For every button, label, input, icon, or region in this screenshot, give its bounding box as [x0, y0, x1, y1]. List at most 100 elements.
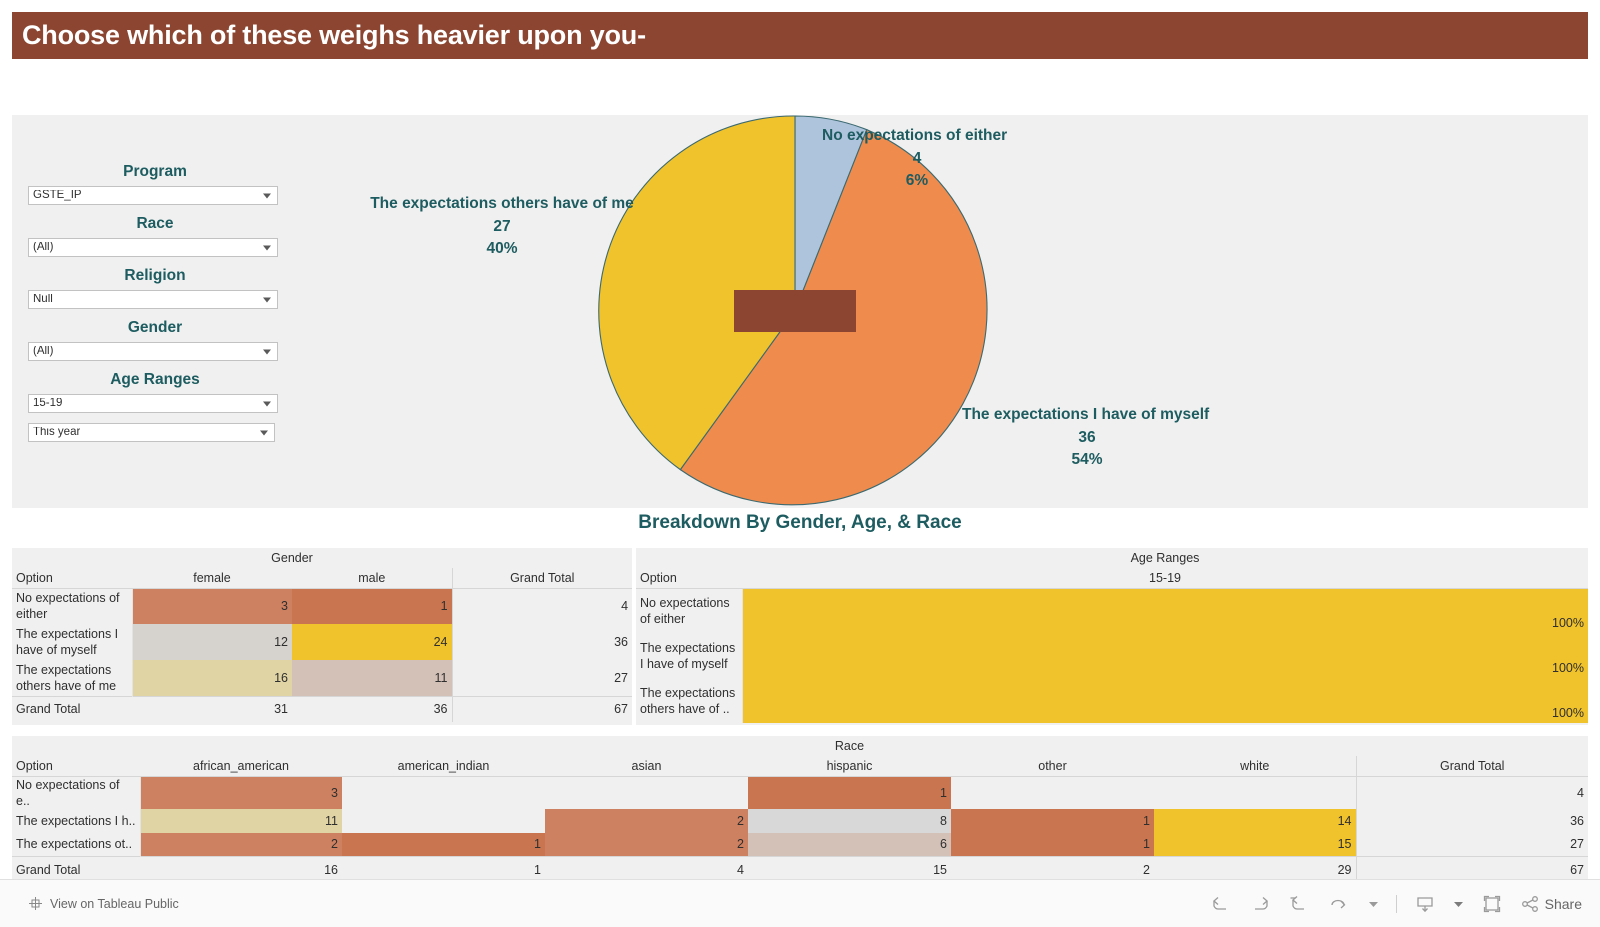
download-icon[interactable]	[1414, 894, 1436, 914]
view-on-tableau-public-link[interactable]: View on Tableau Public	[28, 896, 179, 911]
table-row[interactable]: The expectations I have of myself 12 24 …	[12, 624, 633, 660]
race-group-pad2	[342, 736, 545, 756]
undo-icon[interactable]	[1210, 894, 1232, 914]
redo-icon[interactable]	[1249, 894, 1271, 914]
filter-select-age-ranges[interactable]: 15-19	[28, 394, 278, 413]
table-total-row: Grand Total 31 36 67	[12, 695, 633, 722]
gender-cell-total: 36	[451, 624, 633, 660]
race-col-asian[interactable]: asian	[545, 756, 748, 777]
age-option-header: Option	[636, 568, 742, 589]
race-cell-asian[interactable]: 2	[545, 832, 748, 857]
age-col-15-19[interactable]: 15-19	[742, 568, 1588, 589]
race-cell-african-american[interactable]: 2	[140, 832, 342, 857]
download-dropdown-icon[interactable]	[1453, 900, 1464, 908]
race-cell-hispanic[interactable]: 6	[748, 832, 951, 857]
filter-select-program[interactable]: GSTE_IP	[28, 186, 278, 205]
race-col-hispanic[interactable]: hispanic	[748, 756, 951, 777]
race-cell-other[interactable]: 1	[951, 832, 1154, 857]
race-group-pad6	[1356, 736, 1588, 756]
table-row[interactable]: The expectations I have of myself 100%	[636, 633, 1588, 678]
race-option-header: Option	[12, 756, 140, 777]
filter-select-race[interactable]: (All)	[28, 238, 278, 257]
gender-cell-total: 4	[451, 588, 633, 624]
share-button[interactable]: Share	[1520, 894, 1582, 914]
gender-total-male: 36	[292, 695, 453, 722]
gender-cell-female[interactable]: 12	[132, 624, 292, 660]
table-row[interactable]: The expectations others have of me 16 11…	[12, 660, 633, 696]
race-cell-other[interactable]: 1	[951, 808, 1154, 833]
gender-cell-female[interactable]: 3	[132, 588, 292, 624]
chevron-down-icon	[263, 401, 271, 406]
age-cell-15-19[interactable]: 100%	[742, 633, 1588, 678]
filter-label-religion: Religion	[124, 267, 186, 284]
race-cell-white[interactable]: 15	[1154, 832, 1356, 857]
gender-row-option: The expectations I have of myself	[12, 624, 133, 660]
toolbar-actions: Share	[1210, 894, 1582, 914]
pie-label-none-name: No expectations of either	[822, 127, 1008, 144]
table-row[interactable]: The expectations ot.. 2 1 2 6 1 15 27	[12, 832, 1588, 857]
table-row[interactable]: No expectations of either 3 1 4	[12, 588, 633, 624]
race-col-other[interactable]: other	[951, 756, 1154, 777]
race-col-american-indian[interactable]: american_indian	[342, 756, 545, 777]
gender-group-header-spacer	[12, 548, 132, 568]
race-cell-american-indian[interactable]	[342, 776, 545, 809]
age-ranges-table: Age Ranges Option 15-19 No expectations …	[636, 548, 1588, 723]
chevron-down-icon	[260, 430, 268, 435]
race-cell-asian[interactable]	[545, 776, 748, 809]
race-cell-hispanic[interactable]: 1	[748, 776, 951, 809]
filter-label-race: Race	[136, 215, 174, 232]
filter-label-age-ranges: Age Ranges	[110, 371, 200, 388]
table-group-header-row: Race	[12, 736, 1588, 756]
race-cell-white[interactable]	[1154, 776, 1356, 809]
race-cell-american-indian[interactable]	[342, 809, 545, 833]
gender-col-male[interactable]: male	[292, 568, 453, 589]
dashboard-title-bar: Choose which of these weighs heavier upo…	[12, 12, 1588, 59]
age-cell-15-19[interactable]: 100%	[742, 588, 1588, 633]
race-cell-african-american[interactable]: 3	[140, 776, 342, 809]
race-group-header-spacer	[12, 736, 140, 756]
filter-value-race: (All)	[33, 241, 54, 253]
gender-cell-male[interactable]: 24	[292, 624, 453, 660]
race-col-white[interactable]: white	[1154, 756, 1356, 777]
refresh-dropdown-icon[interactable]	[1368, 900, 1379, 908]
filter-label-gender: Gender	[127, 319, 183, 336]
age-row-option: The expectations others have of ..	[636, 678, 743, 723]
race-row-option: The expectations ot..	[12, 832, 141, 857]
table-row[interactable]: The expectations others have of .. 100%	[636, 678, 1588, 723]
filter-select-religion[interactable]: Null	[28, 290, 278, 309]
race-cell-white[interactable]: 14	[1154, 808, 1356, 833]
table-row[interactable]: No expectations of either 100%	[636, 588, 1588, 633]
race-group-pad4	[951, 736, 1154, 756]
race-cell-asian[interactable]: 2	[545, 808, 748, 833]
table-column-header-row: Option african_american american_indian …	[12, 756, 1588, 777]
gender-cell-female[interactable]: 16	[132, 660, 292, 696]
filter-select-gender[interactable]: (All)	[28, 342, 278, 361]
race-cell-total: 36	[1355, 808, 1588, 833]
refresh-icon[interactable]	[1327, 894, 1351, 914]
gender-table: Gender Option female male Grand Total No…	[12, 548, 633, 722]
gender-total-label: Grand Total	[12, 695, 132, 722]
gender-cell-male[interactable]: 11	[292, 660, 453, 696]
age-cell-15-19[interactable]: 100%	[742, 678, 1588, 723]
revert-icon[interactable]	[1288, 894, 1310, 914]
race-col-african-american[interactable]: african_american	[140, 756, 342, 777]
table-group-header-row: Age Ranges	[636, 548, 1588, 568]
race-cell-other[interactable]	[951, 776, 1154, 809]
fullscreen-icon[interactable]	[1481, 894, 1503, 914]
gender-col-female[interactable]: female	[132, 568, 292, 589]
race-cell-american-indian[interactable]: 1	[342, 832, 545, 857]
gender-cell-male[interactable]: 1	[292, 588, 453, 624]
gender-cell-total: 27	[451, 660, 633, 696]
race-cell-african-american[interactable]: 11	[140, 808, 342, 833]
table-row[interactable]: No expectations of e.. 3 1 4	[12, 776, 1588, 809]
chevron-down-icon	[263, 245, 271, 250]
chevron-down-icon	[263, 349, 271, 354]
pie-label-expectations-myself: The expectations I have of myself 36 54%	[962, 404, 1262, 472]
pie-chart[interactable]: The expectations others have of me 27 40…	[370, 115, 1209, 508]
gender-table-panel: Gender Option female male Grand Total No…	[12, 548, 633, 725]
table-row[interactable]: The expectations I h.. 11 2 8 1 14 36	[12, 808, 1588, 833]
race-cell-hispanic[interactable]: 8	[748, 808, 951, 833]
race-group-pad3	[545, 736, 748, 756]
filter-select-date-range[interactable]: This year	[28, 423, 275, 442]
pie-label-self-value: 36	[1078, 428, 1096, 446]
